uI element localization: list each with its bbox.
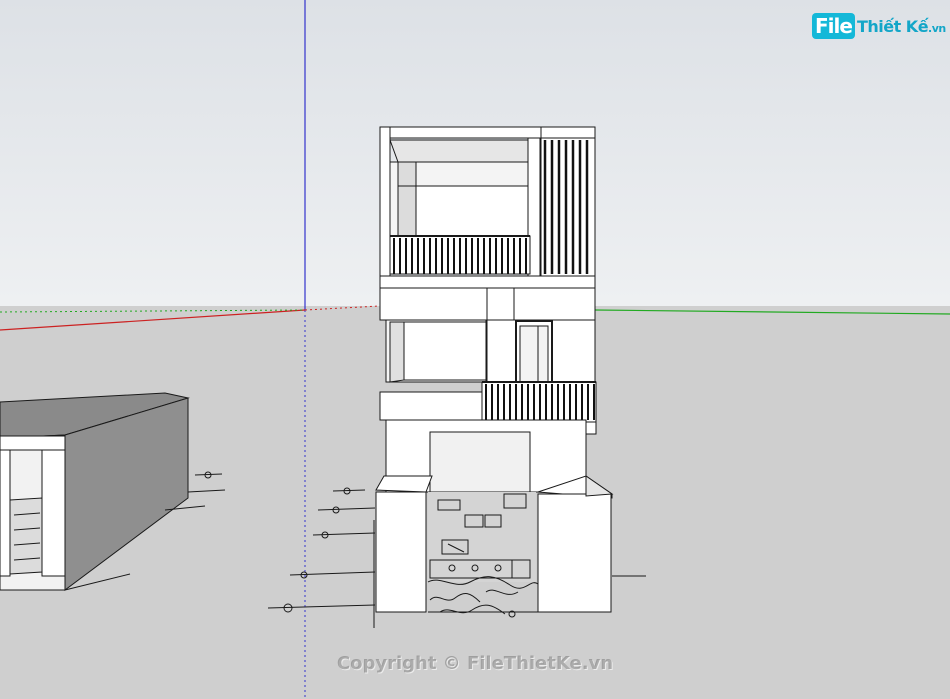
balcony-door-glass — [519, 325, 549, 383]
pergola-ceiling — [389, 139, 541, 163]
roof-frame-left-column — [379, 126, 391, 277]
second-floor-slab-left — [379, 391, 484, 421]
site-logo: File Thiết Kế.vn — [812, 12, 946, 40]
yard-floor-plan — [428, 492, 536, 582]
third-floor-inner-wall — [397, 161, 417, 237]
fence-pillar-right — [537, 493, 612, 613]
house-model[interactable] — [375, 126, 614, 618]
logo-suffix: .vn — [928, 21, 946, 35]
fence-pillar-left — [375, 491, 427, 613]
logo-name-text: Thiết Kế — [856, 16, 929, 36]
ground-floor-recess — [429, 431, 531, 493]
left-building-column — [0, 447, 11, 577]
left-building-floor-plan — [9, 497, 43, 575]
sketchup-viewport[interactable]: File Thiết Kế.vn Copyright © FileThietKe… — [0, 0, 950, 699]
roof-frame-top — [379, 126, 544, 139]
logo-file-mark: File — [812, 13, 855, 39]
third-floor-slab — [379, 275, 596, 289]
louver-slats — [543, 140, 589, 274]
copyright-watermark: Copyright © FileThietKe.vn — [336, 653, 614, 674]
second-floor-window-inner — [403, 321, 487, 381]
model-scene[interactable] — [0, 0, 950, 699]
logo-name: Thiết Kế.vn — [857, 17, 946, 36]
third-floor-opening-sky — [415, 185, 529, 237]
left-building-column — [41, 447, 66, 577]
left-building-beam — [0, 435, 66, 451]
fence-pillar-left-top — [375, 475, 433, 493]
